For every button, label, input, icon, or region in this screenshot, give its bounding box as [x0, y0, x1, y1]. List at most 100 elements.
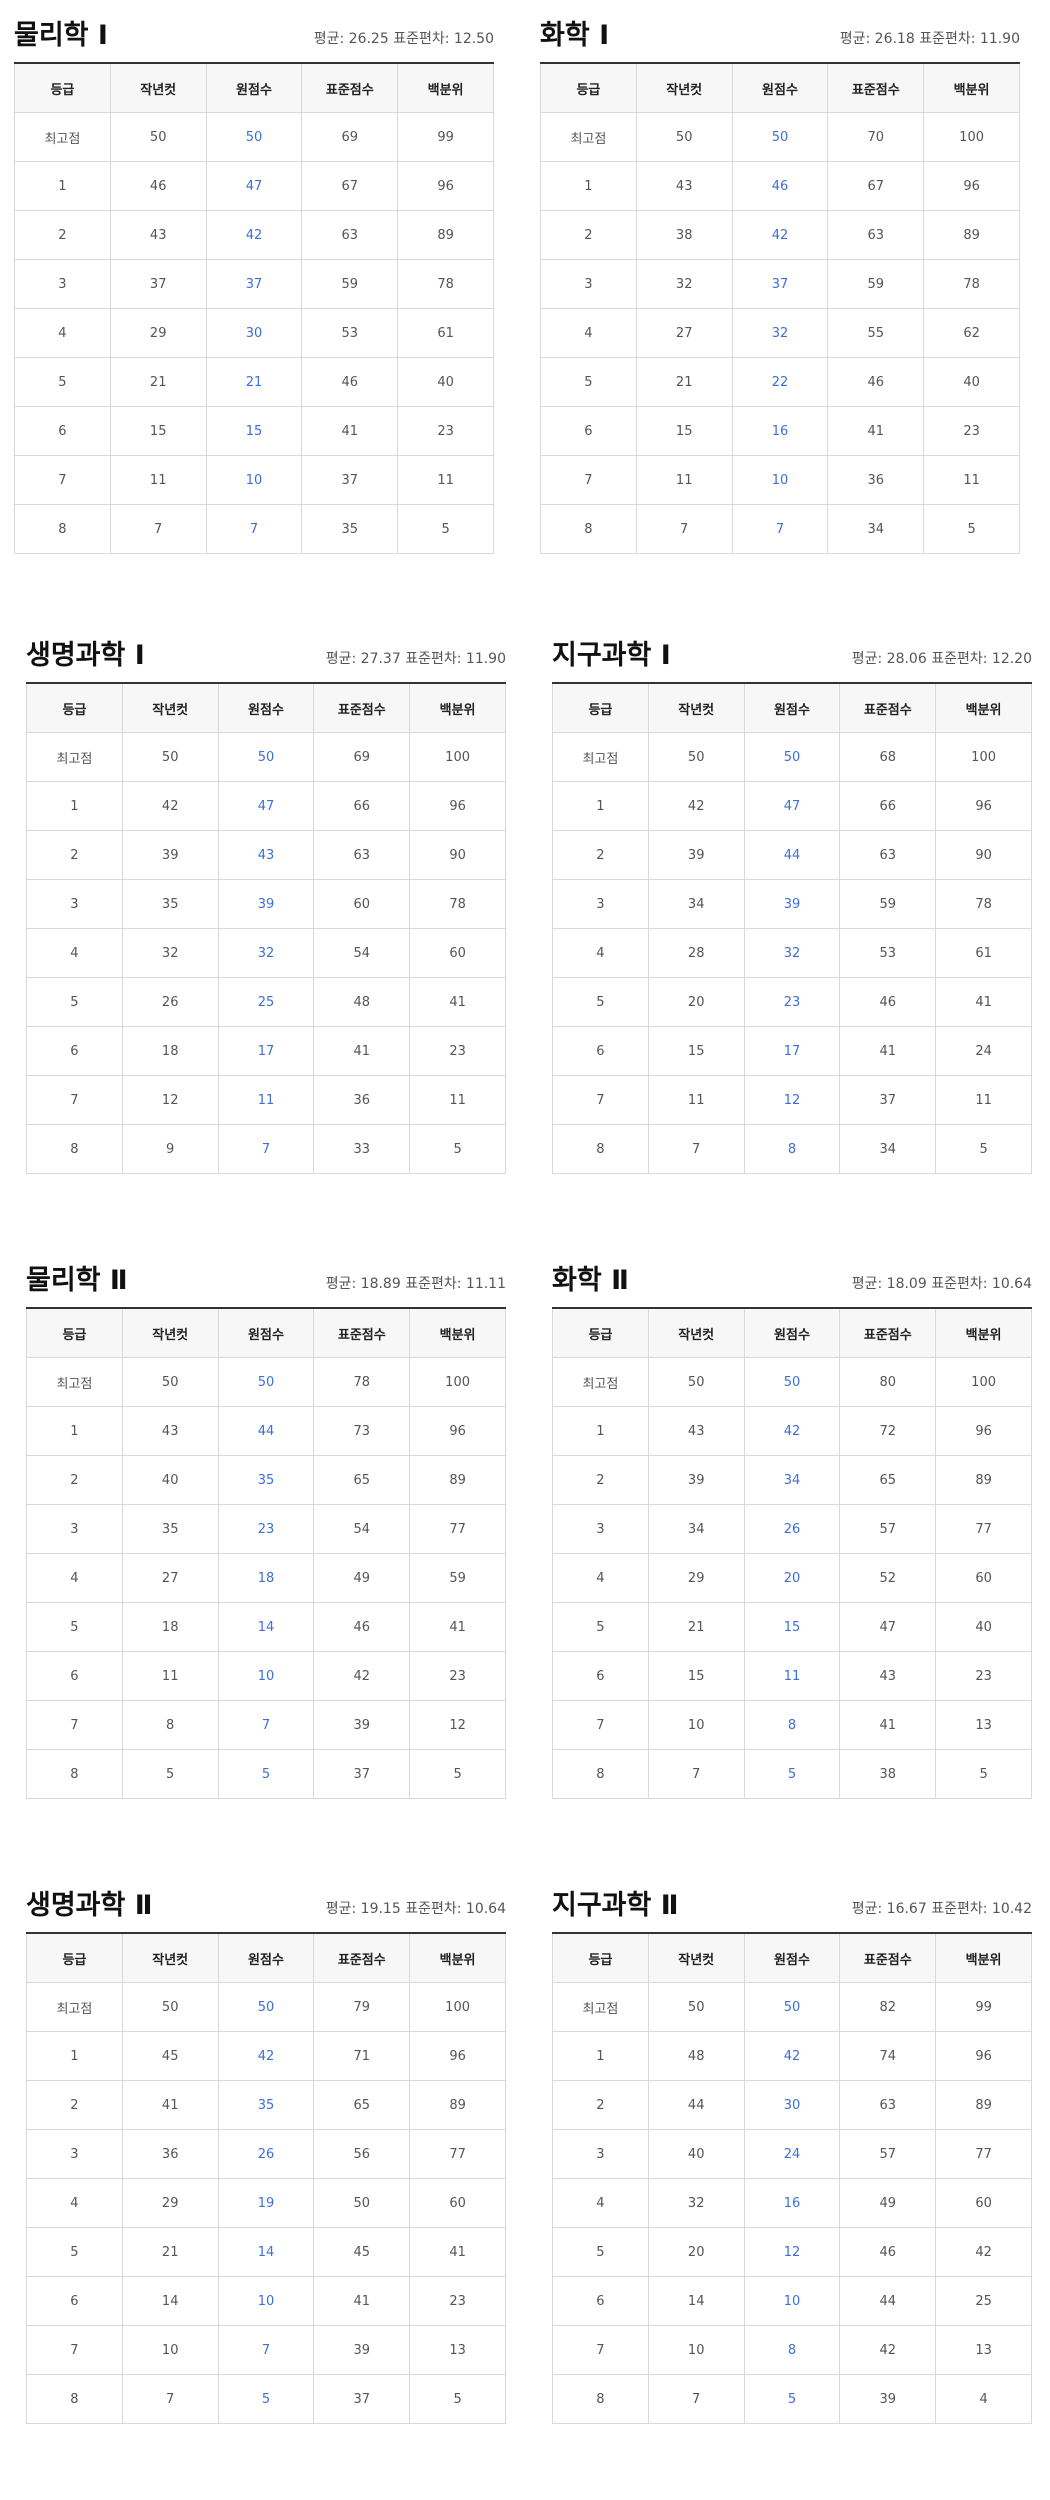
table-cell: 11: [409, 1075, 506, 1125]
table-cell: 12: [409, 1700, 506, 1750]
table-row: 3 34 26 57 77: [552, 1504, 1032, 1554]
table-cell: 8: [552, 2374, 649, 2424]
table-cell: 99: [397, 112, 494, 162]
sd-value: 11.11: [465, 1276, 506, 1292]
raw-score-cell: 17: [743, 1026, 841, 1076]
table-cell: 52: [839, 1553, 937, 1603]
table-cell: 96: [935, 1406, 1032, 1456]
table-cell: 42: [647, 781, 745, 831]
raw-score-cell: 7: [217, 2325, 315, 2375]
table-cell: 39: [313, 2325, 411, 2375]
table-cell: 7: [552, 1075, 649, 1125]
score-table: 등급 작년컷 원점수 표준점수 백분위 최고점 50 50 79 100 1 45 42 71 96 2 41 3…: [26, 1932, 506, 2424]
table-cell: 3: [552, 1504, 649, 1554]
table-cell: 20: [647, 977, 745, 1027]
score-table: 등급 작년컷 원점수 표준점수 백분위 최고점 50 50 80 100 1 43 42 72 96 2 39 3…: [552, 1307, 1032, 1799]
table-row: 최고점 50 50 69 100: [26, 732, 506, 782]
table-cell: 5: [409, 1124, 506, 1174]
table-cell: 37: [313, 2374, 411, 2424]
raw-score-cell: 50: [743, 1357, 841, 1407]
table-cell: 26: [121, 977, 219, 1027]
sd-label: 표준편차:: [393, 31, 450, 47]
raw-score-cell: 16: [743, 2178, 841, 2228]
table-cell: 89: [923, 210, 1020, 260]
raw-score-cell: 15: [205, 406, 303, 456]
table-row: 3 32 37 59 78: [540, 259, 1020, 309]
table-cell: 23: [935, 1651, 1032, 1701]
table-cell: 42: [313, 1651, 411, 1701]
table-cell: 43: [109, 210, 207, 260]
table-cell: 74: [839, 2031, 937, 2081]
raw-score-cell: 20: [743, 1553, 841, 1603]
table-cell: 4: [540, 308, 637, 358]
table-cell: 40: [397, 357, 494, 407]
mean-value: 27.37: [360, 651, 401, 667]
table-row: 1 43 46 67 96: [540, 161, 1020, 211]
table-cell: 7: [540, 455, 637, 505]
raw-score-cell: 50: [743, 1982, 841, 2032]
table-cell: 7: [647, 1749, 745, 1799]
table-cell: 1: [552, 1406, 649, 1456]
table-row: 1 48 42 74 96: [552, 2031, 1032, 2081]
sd-label: 표준편차:: [931, 1276, 988, 1292]
table-cell: 2: [26, 2080, 123, 2130]
table-row: 5 20 23 46 41: [552, 977, 1032, 1027]
table-cell: 21: [121, 2227, 219, 2277]
table-header-row: 등급 작년컷 원점수 표준점수 백분위: [14, 62, 494, 113]
table-row: 7 11 12 37 11: [552, 1075, 1032, 1125]
table-row: 8 5 5 37 5: [26, 1749, 506, 1799]
table-header-row: 등급 작년컷 원점수 표준점수 백분위: [552, 682, 1032, 733]
table-cell: 90: [935, 830, 1032, 880]
mean-label: 평균:: [851, 651, 883, 667]
table-cell: 35: [301, 504, 399, 554]
table-cell: 2: [552, 1455, 649, 1505]
table-cell: 65: [839, 1455, 937, 1505]
table-header-row: 등급 작년컷 원점수 표준점수 백분위: [26, 1307, 506, 1358]
table-cell: 23: [923, 406, 1020, 456]
table-cell: 96: [409, 1406, 506, 1456]
table-cell: 41: [409, 2227, 506, 2277]
table-row: 1 42 47 66 96: [552, 781, 1032, 831]
table-cell: 100: [935, 732, 1032, 782]
mean-value: 18.09: [886, 1276, 927, 1292]
table-cell: 5: [397, 504, 494, 554]
column-header: 원점수: [205, 62, 303, 113]
table-cell: 14: [647, 2276, 745, 2326]
table-cell: 50: [647, 732, 745, 782]
table-row: 2 41 35 65 89: [26, 2080, 506, 2130]
table-cell: 11: [923, 455, 1020, 505]
column-header: 등급: [26, 682, 123, 733]
column-header: 표준점수: [301, 62, 399, 113]
table-cell: 9: [121, 1124, 219, 1174]
table-cell: 7: [635, 504, 733, 554]
table-cell: 29: [121, 2178, 219, 2228]
table-cell: 39: [313, 1700, 411, 1750]
subject-title: 지구과학 Ⅱ: [552, 1890, 679, 1921]
table-cell: 61: [935, 928, 1032, 978]
table-cell: 100: [409, 1357, 506, 1407]
table-cell: 7: [552, 1700, 649, 1750]
table-row: 2 43 42 63 89: [14, 210, 494, 260]
table-cell: 1: [540, 161, 637, 211]
table-cell: 60: [935, 1553, 1032, 1603]
table-cell: 1: [552, 2031, 649, 2081]
table-cell: 5: [26, 1602, 123, 1652]
table-cell: 41: [409, 977, 506, 1027]
sd-label: 표준편차:: [931, 651, 988, 667]
table-cell: 37: [109, 259, 207, 309]
raw-score-cell: 23: [743, 977, 841, 1027]
table-cell: 43: [121, 1406, 219, 1456]
raw-score-cell: 32: [731, 308, 829, 358]
table-cell: 6: [26, 1651, 123, 1701]
subject-panel: 지구과학 Ⅱ 평균: 16.67 표준편차: 10.42 등급 작년컷 원점수 표준점수 백…: [552, 1880, 1032, 2424]
table-cell: 90: [409, 830, 506, 880]
table-row: 최고점 50 50 82 99: [552, 1982, 1032, 2032]
table-cell: 66: [839, 781, 937, 831]
sd-value: 12.50: [453, 31, 494, 47]
table-cell: 37: [301, 455, 399, 505]
subject-title: 물리학 Ⅰ: [14, 20, 108, 51]
table-row: 최고점 50 50 78 100: [26, 1357, 506, 1407]
table-cell: 40: [923, 357, 1020, 407]
table-row: 5 26 25 48 41: [26, 977, 506, 1027]
raw-score-cell: 21: [205, 357, 303, 407]
